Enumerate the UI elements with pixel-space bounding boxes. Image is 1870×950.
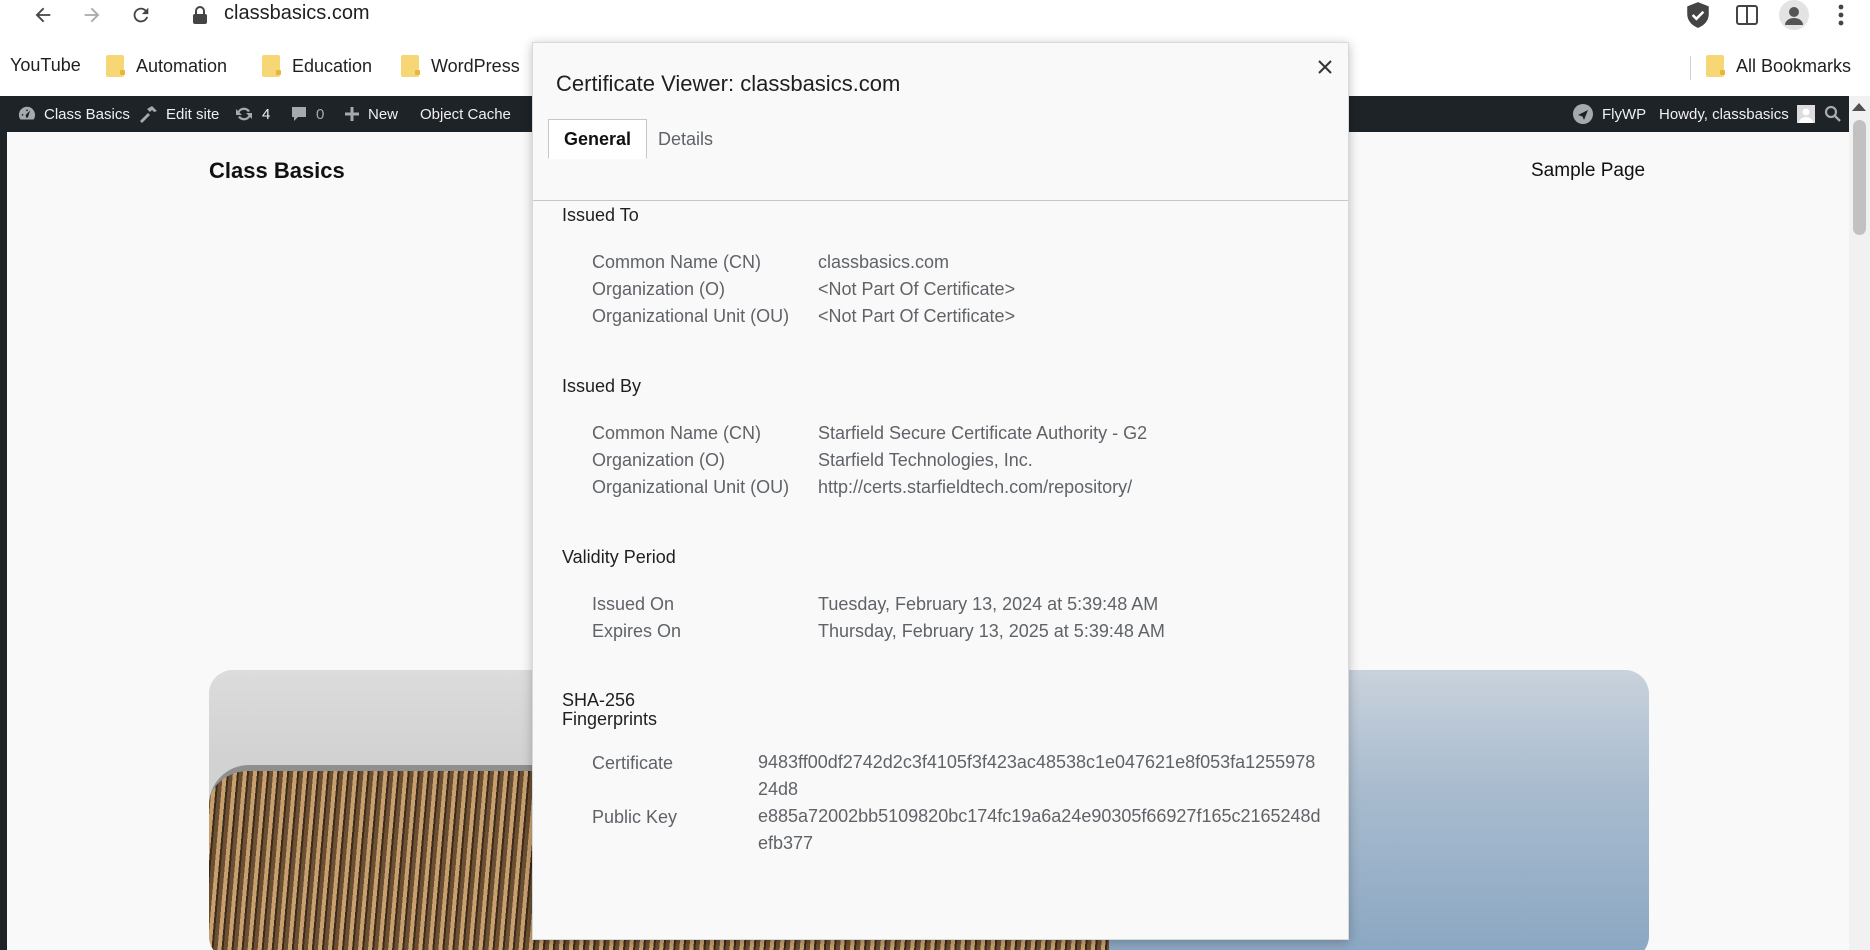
issued-to-o-value: <Not Part Of Certificate>	[818, 279, 1016, 299]
side-panel-icon[interactable]	[1729, 0, 1765, 30]
admin-flywp[interactable]: FlyWP	[1572, 96, 1646, 132]
expires-on-value: Thursday, February 13, 2025 at 5:39:48 A…	[818, 621, 1165, 641]
comment-bubble-icon	[292, 107, 306, 121]
admin-new[interactable]: New	[344, 96, 398, 132]
profile-avatar-icon[interactable]	[1776, 0, 1812, 30]
all-bookmarks-button[interactable]: All Bookmarks	[1706, 55, 1851, 77]
menu-kebab-icon[interactable]	[1828, 0, 1854, 30]
bookmark-folder-wordpress[interactable]: WordPress	[401, 55, 520, 77]
admin-howdy-label: Howdy, classbasics	[1659, 105, 1789, 123]
admin-updates-count: 4	[262, 105, 271, 123]
issued-by-ou-value: http://certs.starfieldtech.com/repositor…	[818, 477, 1133, 497]
fingerprints-heading-line2: Fingerprints	[562, 709, 658, 729]
admin-updates[interactable]: 4	[234, 96, 270, 132]
tab-details[interactable]: Details	[643, 119, 728, 159]
fingerprints-heading: SHA-256 Fingerprints	[562, 691, 657, 729]
close-icon[interactable]	[1311, 53, 1339, 81]
fingerprint-public-key-label: Public Key	[592, 807, 678, 827]
issued-to-o-label: Organization (O)	[592, 279, 726, 299]
admin-object-cache[interactable]: Object Cache	[420, 96, 511, 132]
nav-sample-page[interactable]: Sample Page	[1531, 160, 1645, 182]
admin-my-account[interactable]: Howdy, classbasics	[1659, 96, 1815, 132]
admin-edit-site-label: Edit site	[166, 105, 220, 123]
shield-icon[interactable]	[1680, 0, 1716, 30]
issued-to-heading: Issued To	[562, 205, 639, 225]
issued-by-o-label: Organization (O)	[592, 450, 726, 470]
scroll-up-arrow-icon[interactable]	[1852, 103, 1866, 111]
admin-site-name[interactable]: Class Basics	[18, 96, 130, 132]
bookmarks-separator	[1690, 56, 1691, 80]
bookmark-folder-education[interactable]: Education	[262, 55, 372, 77]
issued-by-heading: Issued By	[562, 376, 642, 396]
issued-on-label: Issued On	[592, 594, 675, 614]
site-title[interactable]: Class Basics	[209, 158, 345, 184]
validity-heading: Validity Period	[562, 547, 676, 567]
admin-comments[interactable]: 0	[290, 96, 324, 132]
back-arrow-icon[interactable]	[28, 0, 58, 30]
admin-search[interactable]	[1824, 96, 1842, 132]
folder-icon	[106, 55, 125, 77]
bookmark-label: Automation	[136, 55, 228, 76]
browser-toolbar: classbasics.com	[0, 0, 1870, 30]
admin-object-cache-label: Object Cache	[420, 105, 511, 123]
issued-by-ou-label: Organizational Unit (OU)	[592, 477, 790, 497]
admin-flywp-label: FlyWP	[1602, 105, 1647, 123]
tab-general[interactable]: General	[548, 119, 648, 159]
issued-by-cn-label: Common Name (CN)	[592, 423, 762, 443]
fingerprints-heading-line1: SHA-256	[562, 690, 636, 710]
bookmark-youtube[interactable]: YouTube	[10, 55, 81, 76]
admin-new-label: New	[368, 105, 399, 123]
plus-icon	[345, 107, 359, 121]
updates-refresh-icon	[236, 107, 252, 121]
dialog-title: Certificate Viewer: classbasics.com	[556, 71, 901, 96]
hammer-icon	[140, 106, 157, 123]
scrollbar-thumb[interactable]	[1853, 120, 1866, 235]
issued-to-ou-value: <Not Part Of Certificate>	[818, 306, 1016, 326]
issued-to-cn-label: Common Name (CN)	[592, 252, 762, 272]
flywp-logo-icon	[1573, 104, 1593, 124]
issued-by-cn-value: Starfield Secure Certificate Authority -…	[818, 423, 1148, 443]
lock-icon[interactable]	[192, 6, 208, 24]
folder-icon	[262, 55, 281, 77]
folder-icon	[401, 55, 420, 77]
admin-site-name-label: Class Basics	[44, 105, 130, 123]
user-avatar-icon	[1796, 105, 1815, 123]
expires-on-label: Expires On	[592, 621, 682, 641]
issued-by-o-value: Starfield Technologies, Inc.	[818, 450, 1033, 470]
admin-edit-site[interactable]: Edit site	[138, 96, 219, 132]
certificate-viewer-dialog: Certificate Viewer: classbasics.com Gene…	[532, 42, 1349, 940]
address-bar-url[interactable]: classbasics.com	[224, 2, 370, 25]
forward-arrow-icon[interactable]	[77, 0, 107, 30]
fingerprint-public-key-value: e885a72002bb5109820bc174fc19a6a24e90305f…	[758, 806, 1321, 853]
all-bookmarks-label: All Bookmarks	[1736, 55, 1852, 76]
admin-comments-count: 0	[316, 105, 325, 123]
search-icon	[1824, 105, 1841, 122]
issued-to-ou-label: Organizational Unit (OU)	[592, 306, 790, 326]
fingerprint-certificate-value: 9483ff00df2742d2c3f4105f3f423ac48538c1e0…	[758, 752, 1316, 799]
bookmark-folder-automation[interactable]: Automation	[106, 55, 227, 77]
bookmark-label: YouTube	[10, 55, 81, 75]
page-left-edge	[0, 132, 7, 950]
fingerprint-certificate-label: Certificate	[592, 753, 674, 773]
issued-to-cn-value: classbasics.com	[818, 252, 950, 272]
issued-on-value: Tuesday, February 13, 2024 at 5:39:48 AM	[818, 594, 1159, 614]
dashboard-gauge-icon	[18, 106, 35, 120]
reload-icon[interactable]	[126, 0, 156, 30]
bookmark-label: Education	[292, 55, 373, 76]
bookmark-label: WordPress	[431, 55, 520, 76]
folder-icon	[1706, 55, 1725, 77]
